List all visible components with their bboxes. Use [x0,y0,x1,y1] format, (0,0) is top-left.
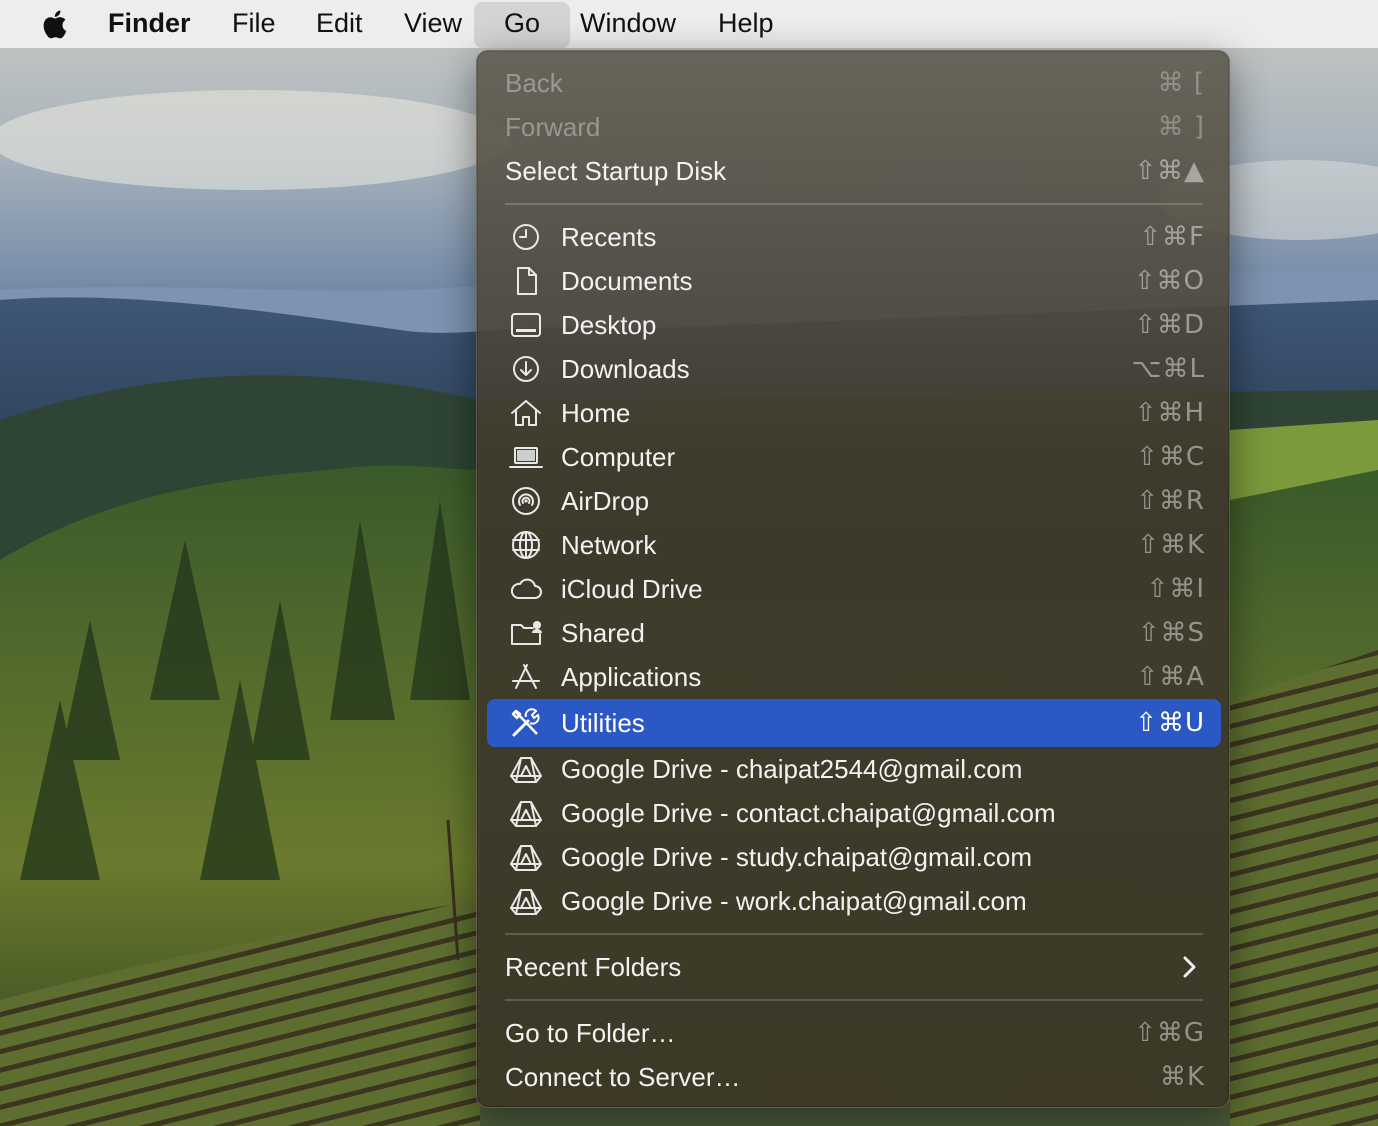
menu-item-home[interactable]: Home ⇧⌘H [487,391,1221,435]
shortcut: ⇧⌘S [1137,618,1205,648]
menu-window[interactable]: Window [566,0,690,48]
shortcut: ⇧⌘U [1135,708,1205,738]
menu-item-select-startup-disk[interactable]: Select Startup Disk ⇧⌘▲ [487,149,1221,193]
shared-folder-icon [511,621,542,645]
laptop-icon [509,447,543,468]
shortcut: ⇧⌘H [1134,398,1205,428]
google-drive-icon [510,889,542,915]
menu-item-computer[interactable]: Computer ⇧⌘C [487,435,1221,479]
chevron-right-icon [1183,956,1196,978]
shortcut: ⌘ ] [1157,112,1205,142]
menu-item-desktop[interactable]: Desktop ⇧⌘D [487,303,1221,347]
menu-item-utilities[interactable]: Utilities ⇧⌘U [487,699,1221,747]
google-drive-icon [510,801,542,827]
menu-go[interactable]: Go [474,2,570,48]
menu-item-google-drive-4[interactable]: Google Drive - work.chaipat@gmail.com [487,879,1221,923]
menu-item-google-drive-1[interactable]: Google Drive - chaipat2544@gmail.com [487,747,1221,791]
shortcut: ⇧⌘O [1133,266,1205,296]
menu-item-recent-folders[interactable]: Recent Folders [487,945,1221,989]
tools-icon [511,708,540,737]
menu-edit[interactable]: Edit [302,0,377,48]
shortcut: ⇧⌘R [1136,486,1205,516]
menu-help[interactable]: Help [704,0,788,48]
menu-separator [505,203,1203,205]
shortcut: ⇧⌘G [1134,1018,1205,1048]
google-drive-icon [510,845,542,871]
menu-file[interactable]: File [218,0,290,48]
document-icon [517,267,537,295]
menu-item-connect-to-server[interactable]: Connect to Server… ⌘K [487,1055,1221,1099]
cloud-icon [510,578,542,599]
menu-item-google-drive-2[interactable]: Google Drive - contact.chaipat@gmail.com [487,791,1221,835]
menu-item-google-drive-3[interactable]: Google Drive - study.chaipat@gmail.com [487,835,1221,879]
shortcut: ⇧⌘C [1136,442,1205,472]
menu-item-forward: Forward ⌘ ] [487,105,1221,149]
airdrop-icon [512,487,540,515]
menu-item-downloads[interactable]: Downloads ⌥⌘L [487,347,1221,391]
apple-logo-icon[interactable] [38,6,72,42]
shortcut: ⌘ [ [1157,68,1205,98]
shortcut: ⌥⌘L [1131,354,1205,384]
applications-icon [512,664,540,689]
menu-finder[interactable]: Finder [94,0,205,48]
menu-item-documents[interactable]: Documents ⇧⌘O [487,259,1221,303]
shortcut: ⇧⌘▲ [1134,156,1205,186]
menu-item-applications[interactable]: Applications ⇧⌘A [487,655,1221,699]
shortcut: ⇧⌘A [1136,662,1205,692]
desktop-icon [511,313,541,337]
shortcut: ⇧⌘F [1139,222,1205,252]
menu-item-network[interactable]: Network ⇧⌘K [487,523,1221,567]
menu-item-back: Back ⌘ [ [487,61,1221,105]
menu-item-recents[interactable]: Recents ⇧⌘F [487,215,1221,259]
menu-item-go-to-folder[interactable]: Go to Folder… ⇧⌘G [487,1011,1221,1055]
menu-item-icloud-drive[interactable]: iCloud Drive ⇧⌘I [487,567,1221,611]
menu-item-shared[interactable]: Shared ⇧⌘S [487,611,1221,655]
download-icon [513,356,539,382]
shortcut: ⌘K [1159,1062,1205,1092]
shortcut: ⇧⌘D [1134,310,1205,340]
google-drive-icon [510,757,542,783]
globe-icon [512,531,540,559]
clock-icon [513,224,539,250]
house-icon [511,400,541,426]
menu-separator [505,999,1203,1001]
menu-view[interactable]: View [390,0,476,48]
shortcut: ⇧⌘I [1146,574,1205,604]
shortcut: ⇧⌘K [1137,530,1205,560]
go-menu: Back ⌘ [ Forward ⌘ ] Select Startup Disk… [476,50,1230,1108]
menu-separator [505,933,1203,935]
menu-bar: Finder File Edit View Go Window Help [0,0,1378,48]
menu-item-airdrop[interactable]: AirDrop ⇧⌘R [487,479,1221,523]
